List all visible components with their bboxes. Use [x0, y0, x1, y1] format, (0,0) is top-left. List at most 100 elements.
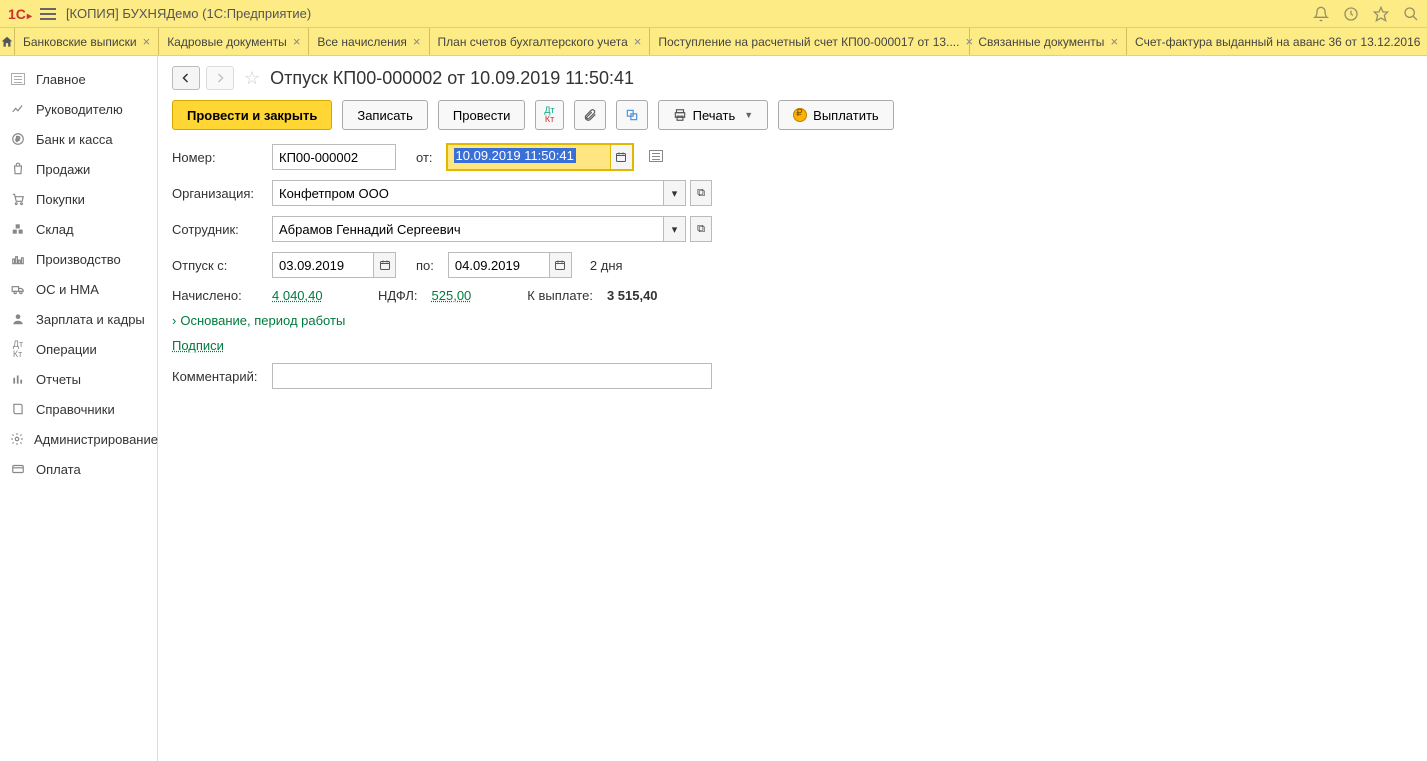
org-input[interactable]	[272, 180, 664, 206]
dropdown-icon[interactable]: ▾	[664, 180, 686, 206]
ruble-icon: ₽	[10, 131, 26, 147]
comment-input[interactable]	[272, 363, 712, 389]
sidebar-item-label: Отчеты	[36, 372, 81, 387]
bell-icon[interactable]	[1313, 6, 1329, 22]
close-icon[interactable]: ×	[413, 34, 421, 49]
history-icon[interactable]	[1343, 6, 1359, 22]
menu-icon[interactable]	[40, 8, 56, 20]
close-icon[interactable]: ×	[293, 34, 301, 49]
tab-bank-statements[interactable]: Банковские выписки ×	[15, 28, 159, 55]
tab-chart-accounts[interactable]: План счетов бухгалтерского учета ×	[430, 28, 651, 55]
forward-button[interactable]	[206, 66, 234, 90]
chevron-right-icon: ›	[172, 313, 176, 328]
gear-icon	[10, 431, 24, 447]
sidebar-item-label: Справочники	[36, 402, 115, 417]
dtkt-icon: ДтКт	[10, 341, 26, 357]
save-button[interactable]: Записать	[342, 100, 428, 130]
factory-icon	[10, 251, 26, 267]
number-label: Номер:	[172, 150, 264, 165]
search-icon[interactable]	[1403, 6, 1419, 22]
sidebar-item-manager[interactable]: Руководителю	[0, 94, 157, 124]
sidebar-item-admin[interactable]: Администрирование	[0, 424, 157, 454]
list-toggle-icon[interactable]	[649, 150, 663, 165]
number-input[interactable]	[272, 144, 396, 170]
star-icon[interactable]	[1373, 6, 1389, 22]
basis-expand[interactable]: › Основание, период работы	[172, 313, 345, 328]
ndfl-value[interactable]: 525,00	[432, 288, 472, 303]
open-ref-icon[interactable]: ⧉	[690, 216, 712, 242]
chevron-down-icon: ▼	[744, 110, 753, 120]
sidebar-item-payment[interactable]: Оплата	[0, 454, 157, 484]
sidebar-item-production[interactable]: Производство	[0, 244, 157, 274]
printer-icon	[673, 108, 687, 122]
close-icon[interactable]: ×	[634, 34, 642, 49]
close-icon[interactable]: ×	[143, 34, 151, 49]
tab-label: План счетов бухгалтерского учета	[438, 35, 628, 49]
vacation-to-input[interactable]	[448, 252, 550, 278]
from-label: от:	[416, 150, 433, 165]
sidebar-item-main[interactable]: Главное	[0, 64, 157, 94]
tab-receipt[interactable]: Поступление на расчетный счет КП00-00001…	[650, 28, 970, 55]
tab-label: Кадровые документы	[167, 35, 287, 49]
pay-button[interactable]: Выплатить	[778, 100, 894, 130]
dtkt-button[interactable]: ДтКт	[535, 100, 563, 130]
sidebar-item-assets[interactable]: ОС и НМА	[0, 274, 157, 304]
comment-label: Комментарий:	[172, 369, 264, 384]
toolbar: Провести и закрыть Записать Провести ДтК…	[172, 100, 1413, 130]
sidebar-item-sales[interactable]: Продажи	[0, 154, 157, 184]
tab-invoice[interactable]: Счет-фактура выданный на аванс 36 от 13.…	[1127, 28, 1427, 55]
calendar-icon[interactable]	[611, 144, 633, 170]
chart-icon	[10, 101, 26, 117]
truck-icon	[10, 281, 26, 297]
tab-all-accruals[interactable]: Все начисления ×	[309, 28, 429, 55]
sidebar-item-operations[interactable]: ДтКт Операции	[0, 334, 157, 364]
tab-label: Все начисления	[317, 35, 407, 49]
date-input[interactable]: 10.09.2019 11:50:41	[447, 144, 611, 170]
create-based-button[interactable]	[616, 100, 648, 130]
favorite-icon[interactable]: ☆	[244, 68, 260, 89]
payout-value: 3 515,40	[607, 288, 658, 303]
person-icon	[10, 311, 26, 327]
logo-1c: 1C	[8, 6, 32, 22]
page-title: Отпуск КП00-000002 от 10.09.2019 11:50:4…	[270, 68, 634, 89]
calendar-icon[interactable]	[550, 252, 572, 278]
sidebar-item-label: ОС и НМА	[36, 282, 99, 297]
signatures-link[interactable]: Подписи	[172, 338, 224, 353]
tab-label: Банковские выписки	[23, 35, 137, 49]
post-button[interactable]: Провести	[438, 100, 526, 130]
sidebar-item-label: Операции	[36, 342, 97, 357]
vacation-from-input[interactable]	[272, 252, 374, 278]
payout-label: К выплате:	[527, 288, 593, 303]
open-ref-icon[interactable]: ⧉	[690, 180, 712, 206]
sidebar-item-label: Администрирование	[34, 432, 158, 447]
card-icon	[10, 461, 26, 477]
sidebar-item-payroll[interactable]: Зарплата и кадры	[0, 304, 157, 334]
close-icon[interactable]: ×	[1110, 34, 1118, 49]
sidebar-item-label: Руководителю	[36, 102, 123, 117]
window-title: [КОПИЯ] БУХНЯДемо (1С:Предприятие)	[66, 6, 1313, 21]
attach-button[interactable]	[574, 100, 606, 130]
back-button[interactable]	[172, 66, 200, 90]
ndfl-label: НДФЛ:	[378, 288, 418, 303]
sidebar-item-warehouse[interactable]: Склад	[0, 214, 157, 244]
post-and-close-button[interactable]: Провести и закрыть	[172, 100, 332, 130]
sidebar-item-reports[interactable]: Отчеты	[0, 364, 157, 394]
print-button[interactable]: Печать ▼	[658, 100, 769, 130]
emp-input[interactable]	[272, 216, 664, 242]
accrued-value[interactable]: 4 040,40	[272, 288, 352, 303]
coin-icon	[793, 108, 807, 122]
sidebar-item-purchases[interactable]: Покупки	[0, 184, 157, 214]
tab-related-docs[interactable]: Связанные документы×	[970, 28, 1127, 55]
tab-hr-documents[interactable]: Кадровые документы ×	[159, 28, 309, 55]
calendar-icon[interactable]	[374, 252, 396, 278]
sidebar-item-catalogs[interactable]: Справочники	[0, 394, 157, 424]
book-icon	[10, 401, 26, 417]
sidebar-item-label: Зарплата и кадры	[36, 312, 145, 327]
cart-icon	[10, 191, 26, 207]
emp-label: Сотрудник:	[172, 222, 264, 237]
home-tab[interactable]	[0, 28, 15, 55]
sidebar-item-bank[interactable]: ₽Банк и касса	[0, 124, 157, 154]
bars-icon	[10, 371, 26, 387]
dropdown-icon[interactable]: ▾	[664, 216, 686, 242]
org-label: Организация:	[172, 186, 264, 201]
